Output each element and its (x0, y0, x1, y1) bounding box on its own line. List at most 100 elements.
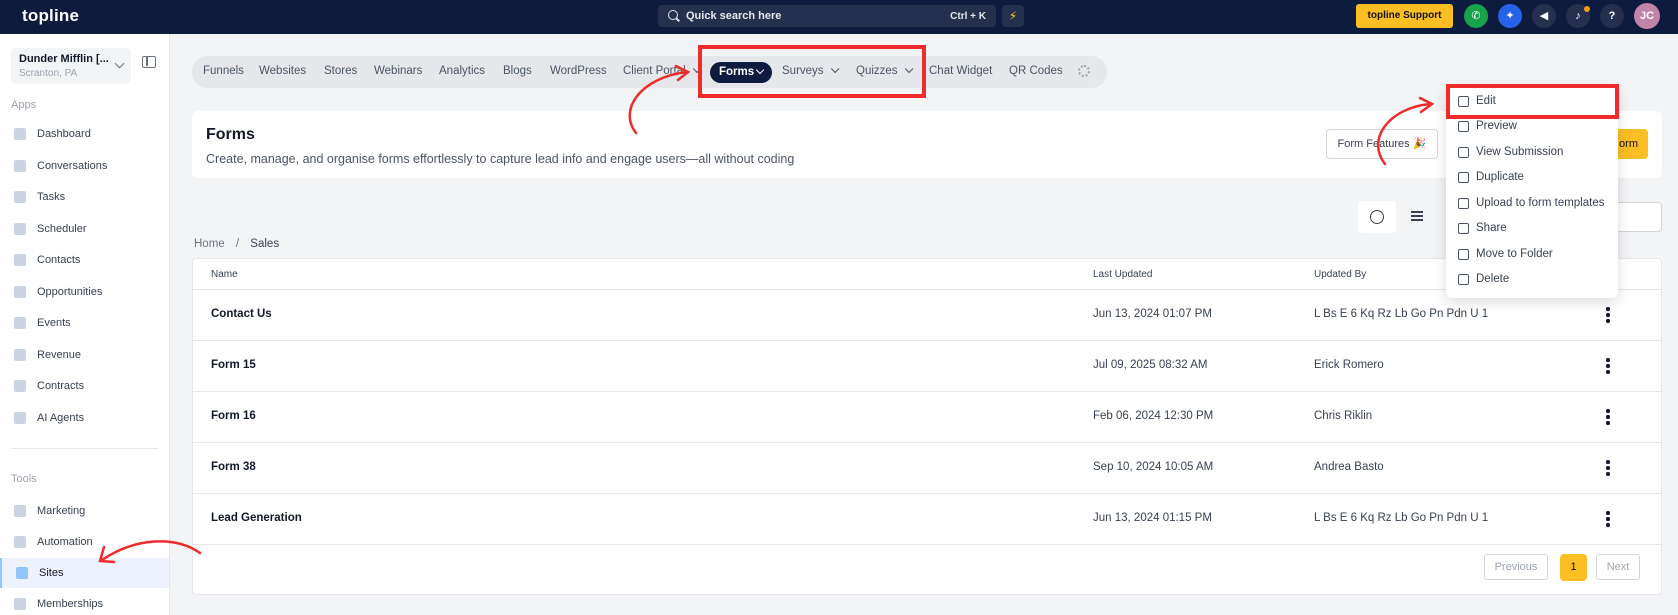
move-icon (1458, 249, 1469, 260)
column-name[interactable]: Name (211, 269, 238, 280)
sidebar-item-dashboard[interactable]: Dashboard (0, 119, 169, 149)
sidebar-item-label: Automation (37, 536, 93, 548)
list-view-button[interactable] (1398, 201, 1436, 233)
tab-chat-widget[interactable]: Chat Widget (929, 65, 992, 77)
sidebar-divider (11, 448, 158, 449)
task-icon (14, 191, 26, 203)
sidebar-item-label: Dashboard (37, 128, 91, 140)
sidebar-item-automation[interactable]: Automation (0, 527, 169, 557)
target-icon (14, 286, 26, 298)
quick-search-input[interactable]: Quick search here Ctrl + K (658, 5, 996, 27)
tab-qr-codes[interactable]: QR Codes (1009, 65, 1063, 77)
sidebar-item-memberships[interactable]: Memberships (0, 589, 169, 615)
breadcrumb-home[interactable]: Home (194, 238, 225, 250)
sidebar-item-sites[interactable]: Sites (0, 558, 169, 588)
sidebar-item-label: Tasks (37, 191, 66, 203)
support-button[interactable]: topline Support (1356, 4, 1453, 28)
column-last-updated[interactable]: Last Updated (1093, 269, 1153, 280)
form-name[interactable]: Lead Generation (211, 512, 302, 524)
sidebar-item-opportunities[interactable]: Opportunities (0, 277, 169, 307)
sidebar-item-label: AI Agents (37, 412, 85, 424)
breadcrumb: Home / Sales (194, 238, 279, 250)
row-actions-icon[interactable] (1606, 460, 1610, 476)
user-icon (14, 254, 26, 266)
sidebar-item-contacts[interactable]: Contacts (0, 245, 169, 275)
sidebar-item-label: Sites (39, 567, 64, 579)
column-updated-by[interactable]: Updated By (1314, 269, 1366, 280)
form-last-updated: Jun 13, 2024 01:15 PM (1093, 512, 1212, 524)
sidebar-item-events[interactable]: Events (0, 308, 169, 338)
form-name[interactable]: Form 15 (211, 359, 256, 371)
page-1-button[interactable]: 1 (1560, 554, 1587, 581)
next-page-button[interactable]: Next (1596, 554, 1640, 580)
menu-item-label: Share (1476, 222, 1507, 234)
phone-icon[interactable]: ✆ (1464, 4, 1488, 28)
row-actions-icon[interactable] (1606, 358, 1610, 374)
form-name[interactable]: Contact Us (211, 308, 272, 320)
table-row[interactable]: Form 15 Jul 09, 2025 08:32 AM Erick Rome… (193, 341, 1661, 392)
sidebar-item-conversations[interactable]: Conversations (0, 151, 169, 181)
menu-item-duplicate[interactable]: Duplicate (1446, 166, 1618, 190)
sidebar-item-label: Scheduler (37, 223, 87, 235)
recent-view-button[interactable] (1358, 201, 1396, 233)
sidebar-item-label: Opportunities (37, 286, 103, 298)
help-icon[interactable]: ? (1600, 4, 1624, 28)
row-actions-icon[interactable] (1606, 307, 1610, 323)
sidebar-item-revenue[interactable]: Revenue (0, 340, 169, 370)
avatar[interactable]: JC (1634, 3, 1660, 29)
account-switcher[interactable]: Dunder Mifflin [... Scranton, PA (11, 48, 131, 84)
tab-webinars[interactable]: Webinars (374, 65, 422, 77)
row-actions-icon[interactable] (1606, 409, 1610, 425)
sidebar-item-label: Contracts (37, 380, 85, 392)
sidebar-item-contracts[interactable]: Contracts (0, 371, 169, 401)
view-toggle (1358, 201, 1436, 233)
tab-websites[interactable]: Websites (259, 65, 306, 77)
form-name[interactable]: Form 16 (211, 410, 256, 422)
row-actions-icon[interactable] (1606, 511, 1610, 527)
map-icon[interactable]: ✦ (1498, 4, 1522, 28)
sidebar-item-label: Memberships (37, 598, 104, 610)
table-row[interactable]: Contact Us Jun 13, 2024 01:07 PM L Bs E … (193, 290, 1661, 341)
tab-blogs[interactable]: Blogs (503, 65, 532, 77)
topline-logo[interactable]: topline (22, 6, 79, 26)
search-icon (668, 10, 678, 20)
forms-header-card: Forms Create, manage, and organise forms… (192, 111, 1662, 178)
tab-client-portal[interactable]: Client Portal (623, 65, 698, 77)
form-name[interactable]: Form 38 (211, 461, 256, 473)
lightning-icon[interactable]: ⚡ (1002, 5, 1024, 27)
tab-analytics[interactable]: Analytics (439, 65, 485, 77)
page-title: Forms (206, 126, 255, 143)
table-row[interactable]: Form 38 Sep 10, 2024 10:05 AM Andrea Bas… (193, 443, 1661, 494)
top-bar: topline Quick search here Ctrl + K ⚡ top… (0, 0, 1678, 34)
menu-item-label: View Submission (1476, 146, 1564, 158)
menu-item-label: Move to Folder (1476, 248, 1553, 260)
menu-item-delete[interactable]: Delete (1446, 268, 1618, 292)
sidebar: Dunder Mifflin [... Scranton, PA Apps Da… (0, 34, 170, 615)
menu-item-view-submission[interactable]: View Submission (1446, 141, 1618, 165)
table-row[interactable]: Lead Generation Jun 13, 2024 01:15 PM L … (193, 494, 1661, 545)
previous-page-button[interactable]: Previous (1484, 554, 1548, 580)
list-icon (1411, 211, 1423, 213)
chat-icon (14, 160, 26, 172)
sidebar-item-ai-agents[interactable]: AI Agents (0, 403, 169, 433)
sidebar-item-marketing[interactable]: Marketing (0, 496, 169, 526)
collapse-sidebar-icon[interactable] (142, 56, 156, 68)
menu-item-move-to-folder[interactable]: Move to Folder (1446, 243, 1618, 267)
table-row[interactable]: Form 16 Feb 06, 2024 12:30 PM Chris Rikl… (193, 392, 1661, 443)
breadcrumb-current: Sales (250, 238, 280, 250)
form-last-updated: Feb 06, 2024 12:30 PM (1093, 410, 1214, 422)
megaphone-icon[interactable]: ◀ (1532, 4, 1556, 28)
sidebar-item-tasks[interactable]: Tasks (0, 182, 169, 212)
tab-funnels[interactable]: Funnels (203, 65, 244, 77)
members-icon (14, 598, 26, 610)
tab-wordpress[interactable]: WordPress (550, 65, 607, 77)
sidebar-item-scheduler[interactable]: Scheduler (0, 214, 169, 244)
tab-stores[interactable]: Stores (324, 65, 357, 77)
account-location: Scranton, PA (19, 68, 78, 79)
form-features-button[interactable]: Form Features 🎉 (1326, 129, 1438, 159)
form-updated-by: Andrea Basto (1314, 461, 1384, 473)
form-last-updated: Sep 10, 2024 10:05 AM (1093, 461, 1214, 473)
menu-item-share[interactable]: Share (1446, 217, 1618, 241)
gear-icon[interactable] (1078, 65, 1090, 77)
menu-item-upload-template[interactable]: Upload to form templates (1446, 192, 1618, 216)
